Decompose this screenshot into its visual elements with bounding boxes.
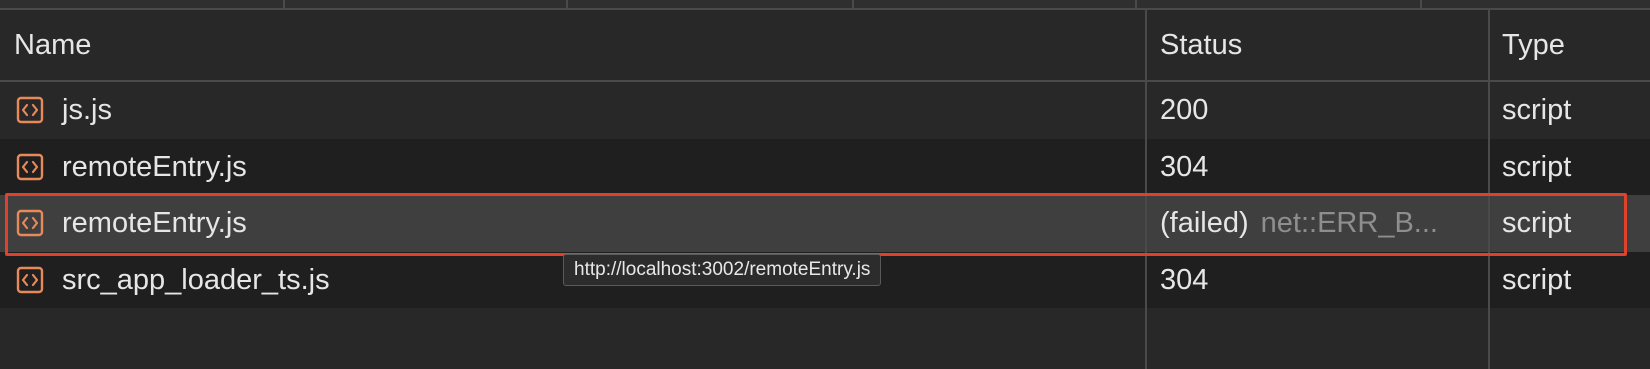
type-cell: script bbox=[1502, 150, 1572, 183]
type-cell: script bbox=[1502, 263, 1572, 296]
request-name: remoteEntry.js bbox=[62, 150, 247, 183]
column-header-status[interactable]: Status bbox=[1160, 10, 1242, 80]
strip-divider bbox=[566, 0, 568, 8]
name-cell: js.js bbox=[16, 82, 1146, 139]
filter-bar-strip bbox=[0, 0, 1650, 10]
script-file-icon bbox=[16, 96, 44, 124]
status-cell: 304 bbox=[1160, 252, 1488, 309]
status-code: 304 bbox=[1160, 263, 1209, 296]
column-divider[interactable] bbox=[1488, 10, 1490, 369]
script-file-icon bbox=[16, 209, 44, 237]
status-cell: (failed) net::ERR_B... bbox=[1160, 195, 1488, 252]
name-cell: remoteEntry.js bbox=[16, 195, 1146, 252]
request-name: src_app_loader_ts.js bbox=[62, 263, 330, 296]
script-file-icon bbox=[16, 266, 44, 293]
status-cell: 304 bbox=[1160, 139, 1488, 196]
status-cell: 200 bbox=[1160, 82, 1488, 139]
column-header-type[interactable]: Type bbox=[1502, 10, 1565, 80]
table-row[interactable]: js.js 200 script bbox=[0, 82, 1650, 139]
table-row[interactable]: remoteEntry.js 304 script bbox=[0, 138, 1650, 196]
empty-list-area bbox=[0, 308, 1650, 369]
strip-divider bbox=[283, 0, 285, 8]
status-code: 200 bbox=[1160, 94, 1209, 126]
status-code: 304 bbox=[1160, 150, 1209, 183]
name-cell: remoteEntry.js bbox=[16, 139, 1146, 196]
status-code: (failed) bbox=[1160, 207, 1249, 239]
request-name: js.js bbox=[62, 94, 112, 126]
network-request-table: Name Status Type js.js 200 script remote… bbox=[0, 0, 1650, 369]
table-header: Name Status Type bbox=[0, 10, 1650, 82]
strip-divider bbox=[852, 0, 854, 8]
script-file-icon bbox=[16, 153, 44, 180]
column-divider[interactable] bbox=[1145, 10, 1147, 369]
strip-divider bbox=[1420, 0, 1422, 8]
table-row-selected[interactable]: remoteEntry.js (failed) net::ERR_B... scr… bbox=[0, 195, 1650, 252]
type-cell: script bbox=[1502, 94, 1572, 126]
type-cell: script bbox=[1502, 207, 1572, 239]
request-name: remoteEntry.js bbox=[62, 207, 247, 239]
url-tooltip: http://localhost:3002/remoteEntry.js bbox=[563, 254, 882, 286]
strip-divider bbox=[1135, 0, 1137, 8]
column-header-name[interactable]: Name bbox=[14, 10, 91, 80]
status-error-detail: net::ERR_B... bbox=[1260, 207, 1438, 239]
